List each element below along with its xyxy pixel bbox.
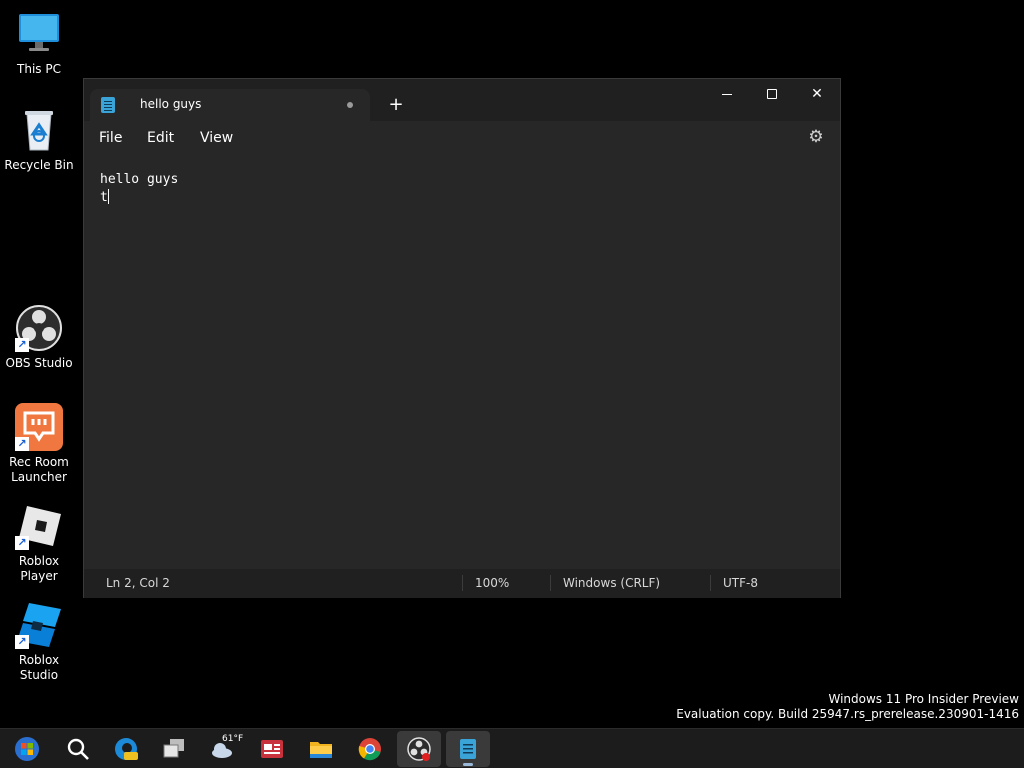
shortcut-arrow-icon: ↗ — [15, 437, 29, 451]
watermark-line-1: Windows 11 Pro Insider Preview — [828, 692, 1019, 706]
windows-watermark: Windows 11 Pro Insider Preview Evaluatio… — [676, 692, 1019, 722]
unsaved-dot-icon[interactable] — [347, 102, 353, 108]
desktop-icon-recycle-bin[interactable]: Recycle Bin — [1, 106, 77, 173]
status-divider — [550, 575, 551, 591]
file-explorer-icon — [310, 742, 332, 758]
maximize-button[interactable] — [749, 79, 795, 111]
notepad-taskbar-button[interactable] — [446, 731, 490, 767]
watermark-line-2: Evaluation copy. Build 25947.rs_prerelea… — [676, 707, 1019, 721]
tab-title: hello guys — [140, 97, 202, 111]
chrome-icon — [358, 738, 381, 761]
obs-icon: ↗ — [15, 304, 63, 352]
tab-hello-guys[interactable]: hello guys — [90, 89, 370, 121]
line-ending[interactable]: Windows (CRLF) — [563, 576, 660, 590]
task-view-icon — [163, 739, 184, 758]
rec-room-icon: ↗ — [15, 403, 63, 451]
search-button[interactable] — [56, 731, 100, 767]
menu-bar: File Edit View ⚙ — [84, 121, 840, 155]
weather-temperature: 61°F — [222, 734, 244, 744]
editor-line-2-text: t — [100, 190, 108, 205]
desktop-icon-rec-room[interactable]: ↗ Rec Room Launcher — [1, 403, 77, 485]
new-tab-button[interactable]: + — [384, 93, 408, 117]
minimize-icon — [722, 93, 732, 95]
zoom-level[interactable]: 100% — [475, 576, 509, 590]
desktop-icon-roblox-player[interactable]: ↗ Roblox Player — [1, 502, 77, 584]
file-explorer-button[interactable] — [299, 731, 343, 767]
close-button[interactable]: ✕ — [794, 79, 840, 111]
news-icon — [261, 740, 283, 758]
edge-beta-button[interactable] — [104, 731, 148, 767]
obs-icon — [407, 737, 431, 761]
notepad-icon — [101, 97, 115, 113]
menu-edit[interactable]: Edit — [147, 130, 174, 146]
settings-gear-icon[interactable]: ⚙ — [806, 127, 826, 147]
roblox-icon: ↗ — [15, 502, 63, 550]
desktop-icon-obs-studio[interactable]: ↗ OBS Studio — [1, 304, 77, 371]
shortcut-arrow-icon: ↗ — [15, 635, 29, 649]
title-bar[interactable]: hello guys + ✕ — [84, 79, 840, 121]
desktop-icon-label: This PC — [17, 62, 61, 76]
editor-line-1: hello guys — [100, 172, 179, 187]
status-divider — [462, 575, 463, 591]
desktop-icon-label: Roblox Studio — [18, 653, 60, 682]
desktop-icon-label: OBS Studio — [5, 356, 73, 370]
shortcut-arrow-icon: ↗ — [15, 536, 29, 550]
desktop-icon-this-pc[interactable]: This PC — [1, 10, 77, 77]
desktop-icon-label: Recycle Bin — [4, 158, 74, 172]
maximize-icon — [767, 89, 777, 99]
text-editor[interactable]: hello guys t — [84, 155, 840, 569]
cursor-position: Ln 2, Col 2 — [106, 576, 170, 590]
notepad-window: hello guys + ✕ File Edit View ⚙ hello gu… — [83, 78, 841, 598]
monitor-icon — [15, 10, 63, 58]
menu-view[interactable]: View — [200, 130, 233, 146]
task-view-button[interactable] — [152, 731, 196, 767]
encoding[interactable]: UTF-8 — [723, 576, 758, 590]
active-indicator — [463, 763, 473, 766]
weather-widget[interactable]: 61°F — [200, 731, 244, 767]
editor-line-2: t — [100, 189, 824, 207]
status-divider — [710, 575, 711, 591]
shortcut-arrow-icon: ↗ — [15, 338, 29, 352]
search-icon — [67, 738, 89, 760]
desktop-icon-label: Roblox Player — [18, 554, 60, 583]
minimize-button[interactable] — [704, 79, 750, 111]
edge-beta-icon — [115, 738, 138, 760]
menu-file[interactable]: File — [99, 130, 122, 146]
obs-taskbar-button[interactable] — [397, 731, 441, 767]
recycle-bin-icon — [15, 106, 63, 154]
notepad-icon — [460, 739, 476, 759]
news-button[interactable] — [250, 731, 294, 767]
taskbar: 61°F — [0, 728, 1024, 768]
roblox-studio-icon: ↗ — [15, 601, 63, 649]
desktop-icon-label: Rec Room Launcher — [9, 455, 69, 484]
text-caret — [107, 189, 109, 204]
start-icon — [15, 737, 39, 761]
chrome-button[interactable] — [348, 731, 392, 767]
start-button[interactable] — [5, 731, 49, 767]
desktop-icon-roblox-studio[interactable]: ↗ Roblox Studio — [1, 601, 77, 683]
status-bar: Ln 2, Col 2 100% Windows (CRLF) UTF-8 — [84, 569, 840, 598]
